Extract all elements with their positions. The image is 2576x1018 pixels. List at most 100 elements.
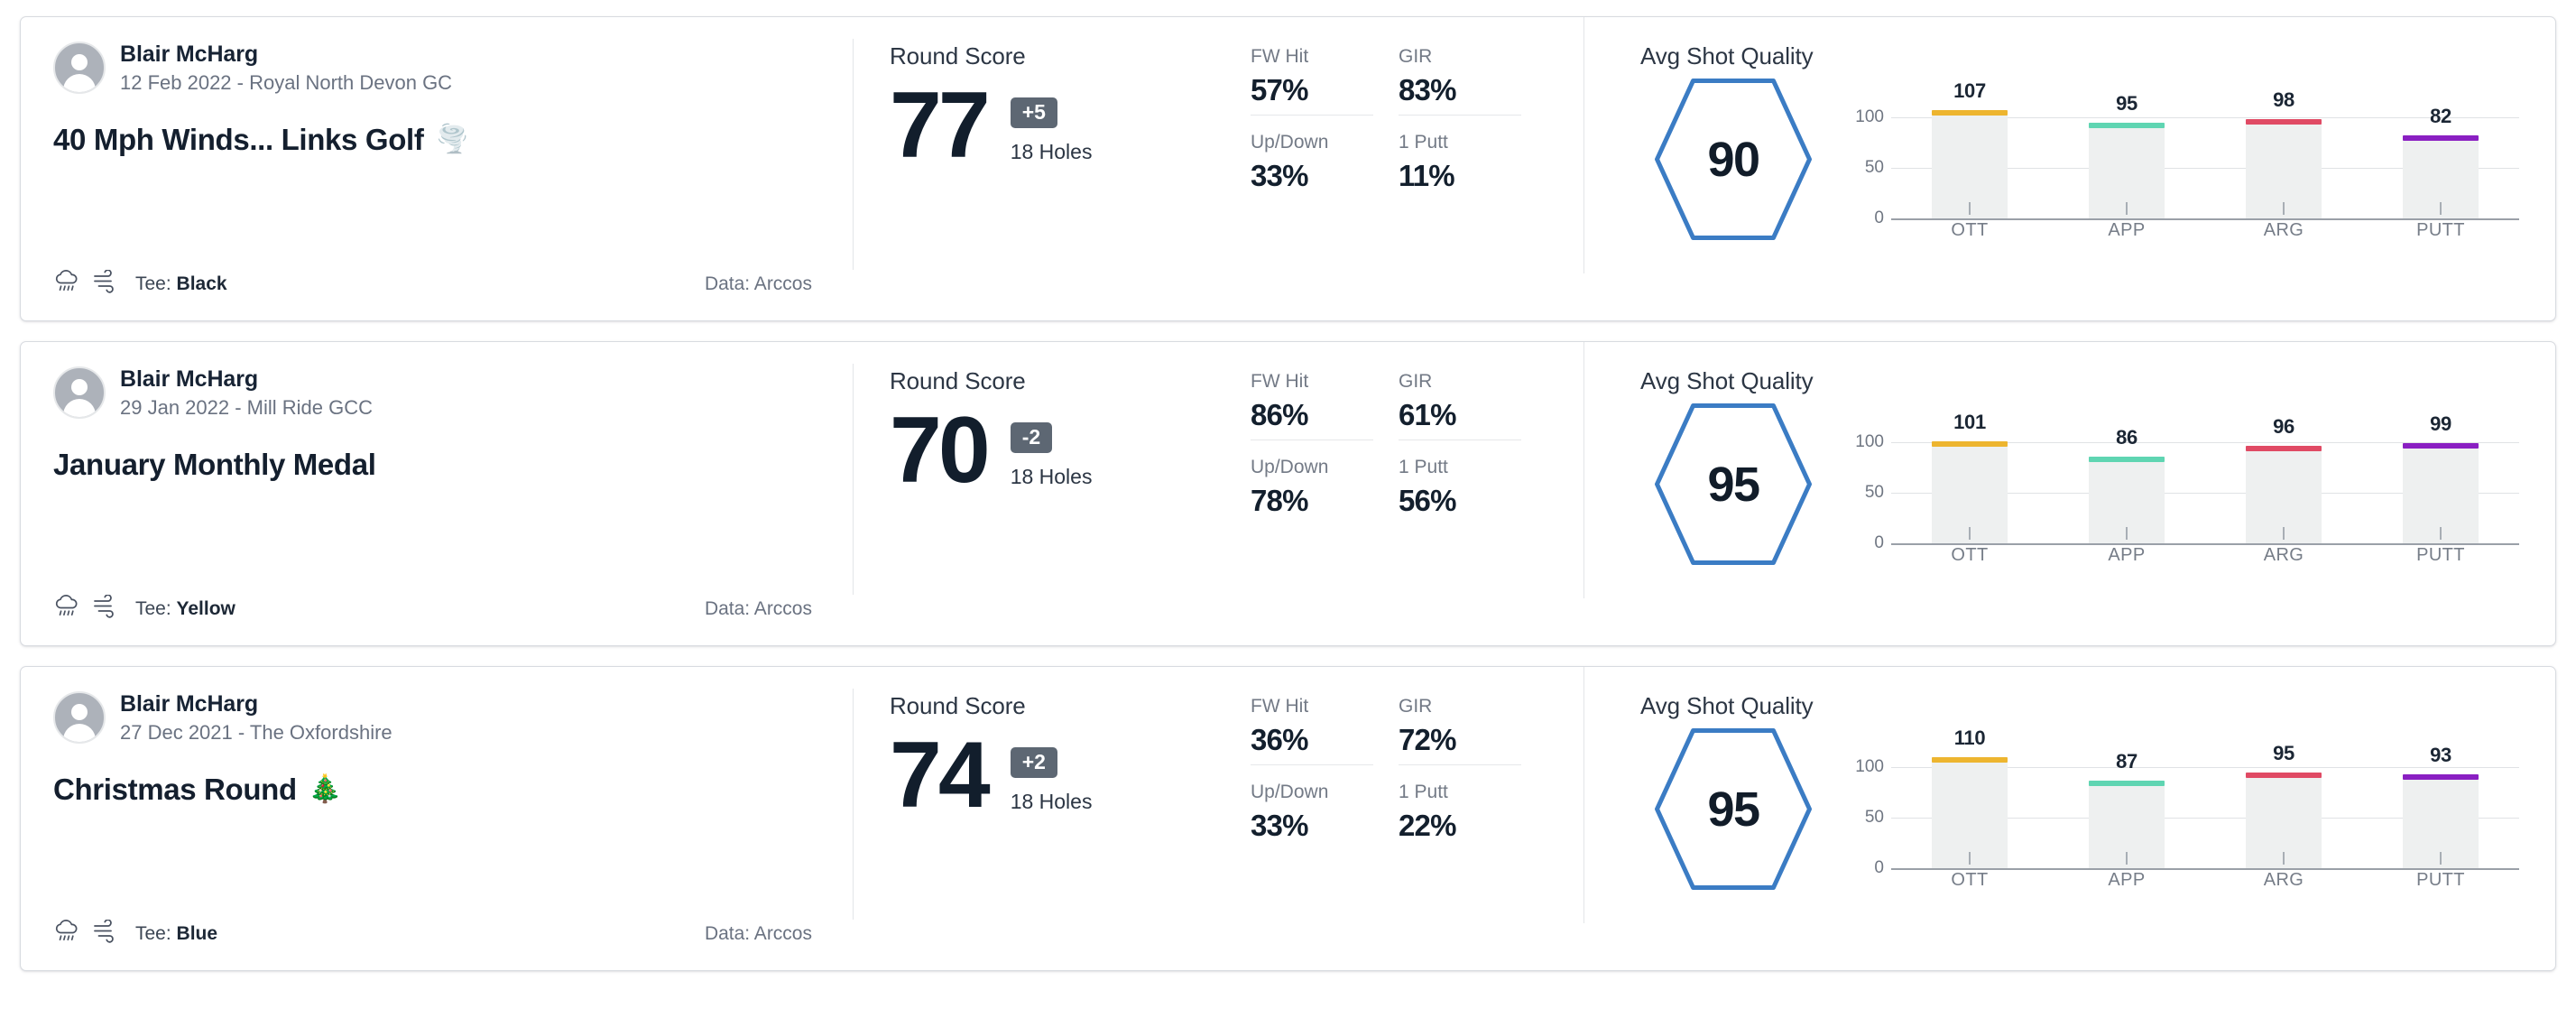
chart-x-label: OTT [1951,870,1989,890]
stat-value: 86% [1251,398,1308,431]
shot-quality-chart: 100 50 0 110 87 95 93 OTT APP ARG PUTT [1846,726,2528,890]
chart-bar-slot[interactable]: 98 [2246,88,2322,218]
round-title-text: 40 Mph Winds... Links Golf [53,123,424,157]
holes-played-label: 18 Holes [1010,790,1093,813]
round-title[interactable]: 40 Mph Winds... Links Golf 🌪️ [53,123,854,157]
chart-bar-cap [2403,135,2479,142]
round-title[interactable]: Christmas Round 🎄 [53,773,854,807]
stat-label: Up/Down [1251,132,1329,153]
stat-label: Up/Down [1251,782,1329,802]
tee-value: Blue [176,922,218,944]
chart-bar-value-label: 98 [2273,88,2294,112]
chart-bar-slot[interactable]: 96 [2246,415,2322,543]
chart-x-label: APP [2108,545,2146,565]
round-title[interactable]: January Monthly Medal [53,448,854,482]
shot-quality-value: 90 [1707,132,1760,187]
round-title-emoji: 🎄 [308,774,342,805]
shot-quality-hexagon: 90 [1639,76,1828,243]
stat-label: FW Hit [1251,696,1309,717]
stat-one-putt: 1 Putt 11% [1399,132,1521,200]
stat-label: GIR [1399,696,1433,717]
chart-bar-slot[interactable]: 82 [2403,92,2479,218]
chart-bar-slot[interactable]: 101 [1932,411,2008,543]
chart-bar-value-label: 96 [2273,415,2294,439]
shot-quality-pane: Avg Shot Quality 95 100 50 0 110 87 95 93 OTT APP A… [1639,667,2555,970]
chart-x-tick [2246,202,2322,217]
chart-bar-cap [2246,446,2322,452]
chart-x-label: ARG [2263,220,2304,240]
rain-cloud-icon [53,594,80,624]
chart-bar-value-label: 99 [2430,412,2451,436]
round-score-label: Round Score [890,42,1026,69]
round-card[interactable]: Blair McHarg 12 Feb 2022 - Royal North De… [20,16,2556,321]
chart-y-tick-label: 50 [1864,483,1884,502]
tee-value: Yellow [176,597,235,619]
avg-shot-quality-label: Avg Shot Quality [1640,367,1814,394]
chart-bar-slot[interactable]: 86 [2089,417,2165,543]
round-summary-pane: Blair McHarg 12 Feb 2022 - Royal North De… [21,17,854,320]
chart-bar-slot[interactable]: 110 [1932,726,2008,868]
stat-label: GIR [1399,46,1433,67]
chart-x-tick [2246,852,2322,866]
chart-plot-area: 107 95 98 82 [1891,79,2519,220]
round-title-emoji: 🌪️ [435,125,469,155]
shot-quality-hexagon: 95 [1639,726,1828,893]
chart-x-axis: OTT APP ARG PUTT [1891,545,2519,566]
chart-bar-cap [2246,119,2322,125]
chart-bar-slot[interactable]: 93 [2403,742,2479,868]
chart-plot-area: 101 86 96 99 [1891,411,2519,545]
shot-quality-hexagon: 95 [1639,401,1828,568]
player-identity: Blair McHarg 27 Dec 2021 - The Oxfordshir… [53,691,854,745]
chart-bar-slot[interactable]: 107 [1932,79,2008,218]
player-name: Blair McHarg [120,42,259,67]
chart-x-label: PUTT [2416,220,2465,240]
chart-y-tick-label: 100 [1855,432,1884,451]
chart-bar-slot[interactable]: 87 [2089,742,2165,868]
chart-x-tick [1932,527,2008,541]
chart-bar-slot[interactable]: 99 [2403,412,2479,543]
chart-bar-slot[interactable]: 95 [2089,92,2165,218]
to-par-badge: +2 [1010,747,1057,778]
stat-value: 57% [1251,73,1308,106]
round-card[interactable]: Blair McHarg 29 Jan 2022 - Mill Ride GCC J… [20,341,2556,646]
stat-value: 83% [1399,73,1456,106]
round-score-pane: Round Score 70 -2 18 Holes FW Hit 86% GIR 61% Up… [854,342,1639,645]
round-footer: Tee: Yellow Data: Arccos [53,594,830,624]
shot-quality-value: 95 [1707,782,1760,837]
stat-gir: GIR 72% [1399,696,1521,765]
avatar-person-icon[interactable] [53,691,106,745]
chart-x-axis: OTT APP ARG PUTT [1891,220,2519,241]
tee-label: Tee: Black [135,273,227,294]
round-date-course: 29 Jan 2022 - Mill Ride GCC [120,395,374,419]
chart-bar-value-label: 86 [2116,425,2137,449]
stat-label: FW Hit [1251,371,1309,392]
stat-value: 33% [1251,159,1308,192]
stat-up-down: Up/Down 33% [1251,782,1373,850]
stat-value: 11% [1399,159,1455,192]
shot-quality-pane: Avg Shot Quality 90 100 50 0 107 95 98 82 OTT APP A… [1639,17,2555,320]
avatar-person-icon[interactable] [53,42,106,95]
tee-label: Tee: Yellow [135,597,235,619]
rounds-list: Blair McHarg 12 Feb 2022 - Royal North De… [20,16,2556,971]
chart-bar-value-label: 93 [2430,743,2451,766]
round-title-text: Christmas Round [53,773,297,807]
avatar-person-icon[interactable] [53,366,106,420]
data-source-label: Data: Arccos [704,273,812,294]
shot-quality-chart: 100 50 0 101 86 96 99 OTT APP ARG PUTT [1846,401,2528,565]
rain-cloud-icon [53,919,80,949]
round-stats-grid: FW Hit 57% GIR 83% Up/Down 33% 1 Putt 11% [1251,42,1521,320]
round-summary-pane: Blair McHarg 27 Dec 2021 - The Oxfordshir… [21,667,854,970]
chart-x-axis: OTT APP ARG PUTT [1891,870,2519,891]
chart-bar-cap [1932,110,2008,116]
round-card[interactable]: Blair McHarg 27 Dec 2021 - The Oxfordshir… [20,666,2556,971]
stat-value: 61% [1399,398,1456,431]
stat-gir: GIR 83% [1399,46,1521,116]
round-date-course: 27 Dec 2021 - The Oxfordshire [120,720,392,744]
stat-value: 72% [1399,723,1456,756]
rain-cloud-icon [53,269,80,299]
chart-y-axis: 100 50 0 [1846,92,1884,227]
chart-bar-slot[interactable]: 95 [2246,742,2322,868]
stat-fw-hit: FW Hit 36% [1251,696,1373,765]
player-name: Blair McHarg [120,366,259,392]
stat-label: 1 Putt [1399,457,1448,477]
